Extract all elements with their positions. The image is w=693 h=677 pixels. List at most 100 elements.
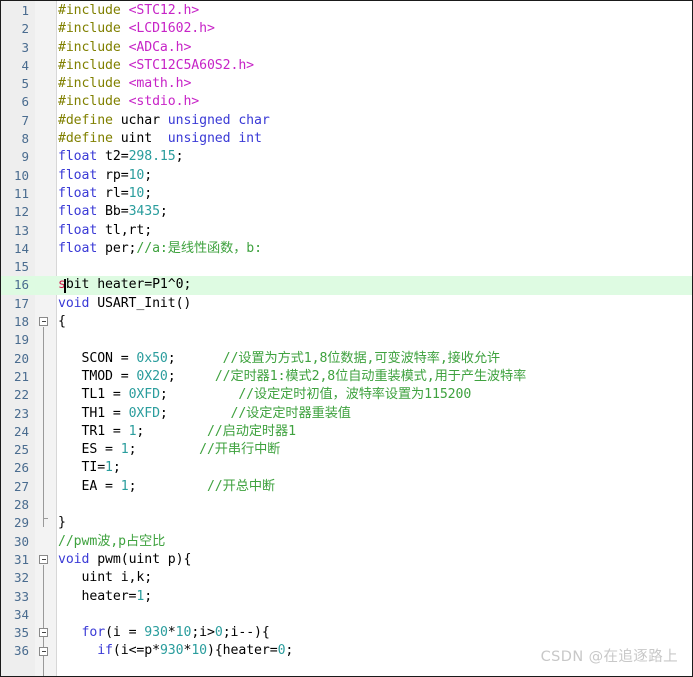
code-line[interactable]: 6 #include <stdio.h>	[1, 93, 692, 111]
fold-toggle-icon[interactable]	[39, 628, 48, 638]
code-text[interactable]: EA = 1; //开总中断	[58, 478, 692, 496]
code-lines-container[interactable]: 1 #include <STC12.h> 2 #include <LCD1602.h>…	[1, 2, 692, 661]
code-line[interactable]: 12 float Bb=3435;	[1, 203, 692, 221]
code-line[interactable]: 10 float rp=10;	[1, 167, 692, 185]
code-text[interactable]: void pwm(uint p){	[58, 551, 692, 569]
code-text[interactable]: float t2=298.15;	[58, 148, 692, 166]
code-line[interactable]: 15	[1, 258, 692, 276]
code-token-num: 3435	[128, 204, 160, 220]
code-line[interactable]: 19	[1, 331, 692, 349]
code-line[interactable]: 24 TR1 = 1; //启动定时器1	[1, 423, 692, 441]
code-line[interactable]: 28	[1, 496, 692, 514]
code-text[interactable]: }	[58, 514, 692, 532]
code-line[interactable]: 35 for(i = 930*10;i>0;i--){	[1, 624, 692, 642]
code-text[interactable]: uint i,k;	[58, 569, 692, 587]
code-token-hdr: <stdio.h>	[128, 94, 200, 110]
code-line[interactable]: 25 ES = 1; //开串行中断	[1, 441, 692, 459]
code-line[interactable]: 21 TMOD = 0X20; //定时器1:模式2,8位自动重装模式,用于产生…	[1, 368, 692, 386]
code-line[interactable]: 23 TH1 = 0XFD; //设定定时器重装值	[1, 405, 692, 423]
line-number: 22	[13, 387, 29, 403]
line-number: 34	[13, 606, 29, 622]
code-editor[interactable]: 1 #include <STC12.h> 2 #include <LCD1602.h>…	[0, 0, 693, 677]
code-line[interactable]: 26 TI=1;	[1, 459, 692, 477]
code-token-hdr: <ADCa.h>	[128, 39, 192, 55]
code-line[interactable]: 7 #define uchar unsigned char	[1, 112, 692, 130]
code-token-kw: float	[58, 240, 98, 256]
line-number: 29	[13, 515, 29, 531]
code-token-cmt: //开串行中断	[199, 442, 281, 458]
line-number: 17	[13, 295, 29, 311]
code-text[interactable]: float rp=10;	[58, 167, 692, 185]
code-token-cmt: //启动定时器1	[206, 423, 296, 439]
line-number: 27	[13, 478, 29, 494]
code-text[interactable]: TMOD = 0X20; //定时器1:模式2,8位自动重装模式,用于产生波特率	[58, 368, 692, 386]
code-token-pp: #include	[58, 57, 129, 73]
code-text[interactable]: float rl=10;	[58, 185, 692, 203]
code-line[interactable]: 11 float rl=10;	[1, 185, 692, 203]
code-text[interactable]: TH1 = 0XFD; //设定定时器重装值	[58, 405, 692, 423]
code-token-plain: TH1 =	[58, 405, 129, 421]
code-text[interactable]: heater=1;	[58, 588, 692, 606]
code-token-plain: }	[58, 515, 66, 531]
line-number: 36	[13, 643, 29, 659]
fold-toggle-icon[interactable]	[39, 555, 48, 564]
code-line[interactable]: 2 #include <LCD1602.h>	[1, 20, 692, 38]
code-text[interactable]: sbit heater=P1^0;	[58, 276, 692, 294]
code-text[interactable]: TI=1;	[58, 459, 692, 477]
code-line[interactable]: 18 {	[1, 313, 692, 331]
line-number: 31	[13, 551, 29, 567]
code-token-plain: ;	[128, 442, 200, 458]
line-number: 14	[13, 240, 29, 256]
code-token-num: 0XFD	[128, 387, 160, 403]
code-line[interactable]: 30 //pwm波,p占空比	[1, 533, 692, 551]
code-text[interactable]: #define uint unsigned int	[58, 130, 692, 148]
code-line[interactable]: 22 TL1 = 0XFD; //设定定时初值，波特率设置为115200	[1, 386, 692, 404]
code-text[interactable]: TL1 = 0XFD; //设定定时初值，波特率设置为115200	[58, 386, 692, 404]
code-text[interactable]: for(i = 930*10;i>0;i--){	[58, 624, 692, 642]
code-token-num: 1	[105, 460, 113, 476]
code-line[interactable]: 34	[1, 606, 692, 624]
code-line[interactable]: 13 float tl,rt;	[1, 222, 692, 240]
code-line[interactable]: 3 #include <ADCa.h>	[1, 39, 692, 57]
code-text[interactable]: #define uchar unsigned char	[58, 112, 692, 130]
code-line[interactable]: 9 float t2=298.15;	[1, 148, 692, 166]
code-token-kw: float	[58, 149, 98, 165]
code-text[interactable]: {	[58, 313, 692, 331]
code-text[interactable]: ES = 1; //开串行中断	[58, 441, 692, 459]
code-line[interactable]: 20 SCON = 0x50; //设置为方式1,8位数据,可变波特率,接收允许	[1, 350, 692, 368]
code-token-plain: uint i,k;	[58, 570, 153, 586]
code-line[interactable]: 17 void USART_Init()	[1, 295, 692, 313]
code-line[interactable]: 1 #include <STC12.h>	[1, 2, 692, 20]
code-text[interactable]: #include <stdio.h>	[58, 93, 692, 111]
code-token-kw: void	[58, 551, 90, 567]
code-text[interactable]: TR1 = 1; //启动定时器1	[58, 423, 692, 441]
line-number: 33	[13, 588, 29, 604]
code-text[interactable]: float Bb=3435;	[58, 203, 692, 221]
code-text[interactable]: float tl,rt;	[58, 222, 692, 240]
line-number: 35	[13, 625, 29, 641]
code-line[interactable]: 27 EA = 1; //开总中断	[1, 478, 692, 496]
code-token-plain: per;	[97, 240, 137, 256]
code-text[interactable]: void USART_Init()	[58, 295, 692, 313]
code-text[interactable]: float per;//a:是线性函数，b:	[58, 240, 692, 258]
code-line-current[interactable]: 16 sbit heater=P1^0;	[1, 276, 692, 295]
code-text[interactable]: #include <math.h>	[58, 75, 692, 93]
fold-toggle-icon[interactable]	[39, 317, 48, 327]
code-text[interactable]: //pwm波,p占空比	[58, 533, 692, 551]
code-text[interactable]: #include <STC12C5A60S2.h>	[58, 57, 692, 75]
code-line[interactable]: 32 uint i,k;	[1, 569, 692, 587]
code-line[interactable]: 31 void pwm(uint p){	[1, 551, 692, 569]
code-token-num: 1	[120, 442, 129, 458]
code-line[interactable]: 29}	[1, 514, 692, 532]
code-text[interactable]: #include <STC12.h>	[58, 2, 692, 20]
code-line[interactable]: 4 #include <STC12C5A60S2.h>	[1, 57, 692, 75]
code-text[interactable]: #include <ADCa.h>	[58, 39, 692, 57]
code-text[interactable]: #include <LCD1602.h>	[58, 20, 692, 38]
code-text[interactable]: SCON = 0x50; //设置为方式1,8位数据,可变波特率,接收允许	[58, 350, 692, 368]
code-line[interactable]: 14 float per;//a:是线性函数，b:	[1, 240, 692, 258]
code-line[interactable]: 8 #define uint unsigned int	[1, 130, 692, 148]
fold-toggle-icon[interactable]	[39, 646, 48, 656]
code-line[interactable]: 33 heater=1;	[1, 588, 692, 606]
code-token-plain: ;	[128, 478, 207, 494]
code-line[interactable]: 5 #include <math.h>	[1, 75, 692, 93]
